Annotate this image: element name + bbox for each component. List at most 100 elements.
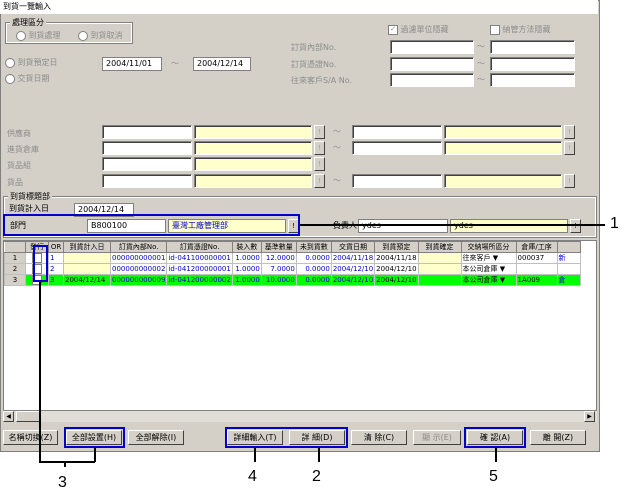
order-no-to-input[interactable] xyxy=(490,40,575,54)
dropdown-arrow-icon[interactable]: ▼ xyxy=(500,265,505,273)
fixed-date-cell[interactable] xyxy=(417,252,462,264)
plan-date-cell[interactable]: 2004/12/10 xyxy=(374,274,419,286)
warehouse-from-code[interactable] xyxy=(102,141,192,155)
horizontal-scrollbar[interactable]: ◀ ▶ xyxy=(3,410,597,422)
row-number: 2 xyxy=(4,263,26,275)
check-filter-unit-label: 過濾單位隱藏 xyxy=(400,25,449,34)
base-qty-cell: 10.0000 xyxy=(260,274,297,286)
item-to-lookup[interactable]: ! xyxy=(564,174,575,188)
radio-delivery-date[interactable]: 交貨日期 xyxy=(5,73,50,84)
customer-no-from-input[interactable] xyxy=(390,73,474,87)
item-group-lookup[interactable]: ! xyxy=(314,157,325,171)
supplier-to-code[interactable] xyxy=(352,125,442,139)
header-base-qty[interactable]: 基準數量 xyxy=(260,241,297,253)
item-from-code[interactable] xyxy=(102,174,192,188)
table-row[interactable]: 1 1 000000000001 id-041100000001 1.0000 … xyxy=(4,252,581,264)
date-to-input[interactable]: 2004/12/14 xyxy=(193,57,251,71)
close-button[interactable]: 離 開(Z) xyxy=(530,430,586,445)
radio-arrival-cancel-label: 到貨取消 xyxy=(90,31,123,40)
vendor-no-from-input[interactable] xyxy=(390,57,474,71)
warehouse-cell[interactable]: 000037 xyxy=(515,252,558,264)
deliver-date-cell: 2004/12/10 xyxy=(330,263,376,275)
radio-arrival-cancel[interactable]: 到貨取消 xyxy=(78,30,123,41)
vendor-no-label: 訂貨憑證No. xyxy=(291,60,337,69)
scroll-right-icon[interactable]: ▶ xyxy=(584,411,595,422)
warehouse-to-code[interactable] xyxy=(352,141,442,155)
place-select-cell[interactable]: 本公司倉庫 ▼ xyxy=(460,274,517,286)
row-number: 1 xyxy=(4,252,26,264)
dropdown-arrow-icon[interactable]: ▼ xyxy=(493,254,498,262)
table-row[interactable]: 3 3 2004/12/14 000000000009 id-041200000… xyxy=(4,274,581,286)
header-fixed-date[interactable]: 到貨確定 xyxy=(417,241,462,253)
item-group-code[interactable] xyxy=(102,157,192,171)
scroll-left-icon[interactable]: ◀ xyxy=(3,411,14,422)
plan-date-cell[interactable]: 2004/12/10 xyxy=(374,263,419,275)
or-cell: 1 xyxy=(48,252,64,264)
warehouse-to-lookup[interactable]: ! xyxy=(564,141,575,155)
check-delivery-method[interactable]: 納管方法隱藏 xyxy=(490,24,551,35)
arrival-table: 發行 OR 到貨計入日 訂貨內部No. 訂貨憑證No. 裝入數 基準數量 未到貨… xyxy=(4,241,581,286)
clear-all-button[interactable]: 全部解除(I) xyxy=(128,430,184,445)
warehouse-from-lookup[interactable]: ! xyxy=(314,141,325,155)
name-switch-button[interactable]: 名稱切換(Z) xyxy=(3,430,58,445)
arrival-date-cell[interactable]: 2004/12/14 xyxy=(63,274,111,286)
warehouse-cell[interactable]: 1A009 xyxy=(515,274,558,286)
supplier-to-lookup[interactable]: ! xyxy=(564,125,575,139)
arrival-grid[interactable]: 發行 OR 到貨計入日 訂貨內部No. 訂貨憑證No. 裝入數 基準數量 未到貨… xyxy=(3,240,597,422)
warehouse-cell[interactable] xyxy=(515,263,558,275)
table-row[interactable]: 2 2 000000000002 id-041200000001 1.0000 … xyxy=(4,263,581,275)
supplier-from-code[interactable] xyxy=(102,125,192,139)
check-filter-unit[interactable]: ✓ 過濾單位隱藏 xyxy=(388,24,449,35)
customer-no-tilde: ～ xyxy=(477,75,485,84)
arrival-date-cell[interactable] xyxy=(63,252,111,264)
radio-delivery-date-label: 交貨日期 xyxy=(17,74,50,83)
callout-box-4-2 xyxy=(225,427,348,448)
fixed-date-cell[interactable] xyxy=(417,274,462,286)
supplier-to-name xyxy=(444,125,562,139)
radio-arrival-process[interactable]: 到貨處理 xyxy=(16,30,61,41)
person-lookup-button[interactable]: ! xyxy=(570,219,581,233)
header-deliver-date[interactable]: 交貨日期 xyxy=(330,241,376,253)
header-warehouse[interactable]: 倉庫/工序 xyxy=(515,241,558,253)
callout-line-2 xyxy=(318,448,320,462)
arrival-date-cell[interactable] xyxy=(63,263,111,275)
callout-box-5 xyxy=(464,427,526,448)
plan-date-cell[interactable]: 2004/11/18 xyxy=(374,252,419,264)
place-select-cell[interactable]: 本公司倉庫 ▼ xyxy=(460,263,517,275)
header-place[interactable]: 交納場所區分 xyxy=(460,241,517,253)
item-tilde: ～ xyxy=(333,176,341,185)
radio-icon xyxy=(78,30,88,41)
supplier-from-lookup[interactable]: ! xyxy=(314,125,325,139)
fixed-date-cell[interactable] xyxy=(417,263,462,275)
display-button[interactable]: 顯 示(E) xyxy=(413,430,461,445)
header-arrival-date[interactable]: 到貨計入日 xyxy=(63,241,111,253)
dropdown-arrow-icon[interactable]: ▼ xyxy=(500,276,505,284)
vendor-no-to-input[interactable] xyxy=(490,57,575,71)
extra-cell: 新 xyxy=(556,252,581,264)
date-from-input[interactable]: 2004/11/01 xyxy=(102,57,162,71)
item-to-code[interactable] xyxy=(352,174,442,188)
header-qty-in[interactable]: 裝入數 xyxy=(231,241,262,253)
header-extra[interactable] xyxy=(556,241,581,253)
customer-no-to-input[interactable] xyxy=(490,73,575,87)
customer-no-label: 往來客戶S/A No. xyxy=(291,76,353,85)
radio-planned-date[interactable]: 到貨預定日 xyxy=(5,57,58,68)
item-from-lookup[interactable]: ! xyxy=(314,174,325,188)
callout-box-1 xyxy=(3,214,300,236)
person-code-input[interactable]: ydes xyxy=(358,219,448,233)
header-or[interactable]: OR xyxy=(48,241,64,253)
place-select-cell[interactable]: 往來客戶 ▼ xyxy=(460,252,517,264)
warehouse-from-name xyxy=(194,141,312,155)
clear-button[interactable]: 清 除(C) xyxy=(351,430,407,445)
extra-cell: 倉 xyxy=(556,274,581,286)
header-inner-no[interactable]: 訂貨內部No. xyxy=(109,241,168,253)
callout-label-4: 4 xyxy=(248,468,257,485)
qty-in-cell: 1.0000 xyxy=(231,274,262,286)
header-remain-qty[interactable]: 未到貨數 xyxy=(295,241,332,253)
header-plan-date[interactable]: 到貨預定 xyxy=(374,241,419,253)
place-value: 往來客戶 xyxy=(462,254,491,262)
header-voucher-no[interactable]: 訂貨憑證No. xyxy=(166,241,233,253)
order-no-from-input[interactable] xyxy=(390,40,474,54)
scroll-thumb[interactable] xyxy=(16,411,40,422)
item-group-name xyxy=(194,157,312,171)
